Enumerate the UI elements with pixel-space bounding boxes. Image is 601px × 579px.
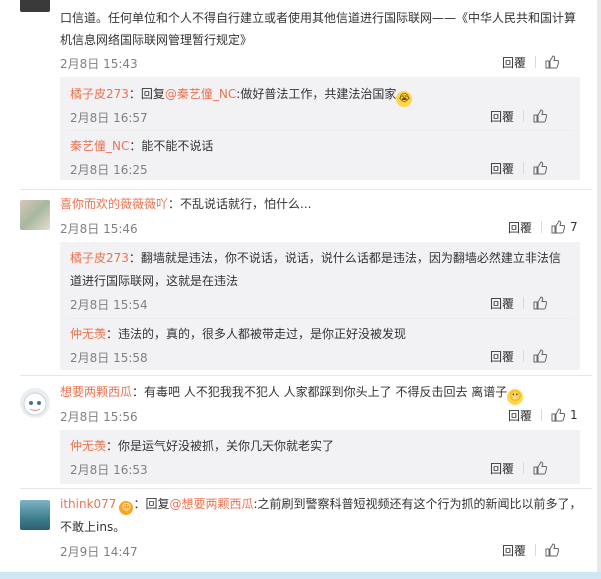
avatar[interactable] — [20, 0, 50, 12]
reply-time: 2月8日 16:57 — [70, 111, 148, 125]
reply-button[interactable]: 回覆 — [502, 54, 526, 71]
reply-button[interactable]: 回覆 — [502, 542, 526, 559]
reply-text: :做好普法工作，共建法治国家 — [236, 87, 397, 101]
reply-actions: 回覆 — [490, 294, 548, 312]
like-icon[interactable] — [545, 543, 560, 557]
reply-actions: 回覆 — [490, 159, 548, 177]
divider — [20, 189, 592, 190]
reply-text: ：你是运气好没被抓，关你几天你就老实了 — [106, 439, 335, 453]
like-icon[interactable] — [551, 220, 566, 234]
comment-time: 2月8日 15:56 — [60, 410, 138, 424]
reply-actions: 回覆 — [490, 459, 548, 477]
avatar[interactable] — [20, 500, 50, 530]
divider — [523, 297, 525, 309]
comment-text: :之前刷到警察科普短视频还有这个行为抓的新闻比以前多了， — [253, 497, 582, 511]
reply-username[interactable]: 秦艺僮_NC — [70, 139, 129, 153]
reply-item: 橘子皮273：回复@秦艺僮_NC:做好普法工作，共建法治国家 😭 — [70, 84, 413, 107]
reply-text: ：翻墙就是违法，你不说话，说话，说什么话都是违法，因为翻墙必然建立非法信 — [128, 251, 561, 265]
comment-item: 想要两颗西瓜：有毒吧 人不犯我我不犯人 人家都踩到你头上了 不得反击回去 离谱子… — [60, 382, 524, 405]
divider — [523, 110, 525, 122]
comment-time: 2月8日 15:46 — [60, 222, 138, 236]
reply-text: 道进行国际联网，这就是在违法 — [70, 274, 239, 288]
divider — [541, 221, 543, 233]
mention-link[interactable]: @秦艺僮_NC — [165, 87, 236, 101]
comment-item: 喜你而欢的薇薇薇吖：不乱说话就行，怕什么... — [60, 194, 311, 214]
like-icon[interactable] — [533, 109, 548, 123]
comment-time: 2月9日 14:47 — [60, 545, 138, 559]
reply-button[interactable]: 回覆 — [490, 108, 514, 125]
comment-username[interactable]: ithink077 — [60, 497, 116, 511]
reply-item: 仲无羡：违法的，真的，很多人都被带走过，是你正好没被发现 — [70, 324, 406, 344]
like-icon[interactable] — [533, 461, 548, 475]
vip-badge-icon: ☺ — [119, 501, 134, 515]
reply-text: ：能不能不说话 — [129, 139, 214, 153]
reply-username[interactable]: 仲无羡 — [70, 439, 106, 453]
scrollbar-track[interactable] — [597, 0, 601, 572]
divider — [523, 350, 525, 362]
reply-time: 2月8日 15:54 — [70, 298, 148, 312]
reply-time: 2月8日 16:25 — [70, 163, 148, 177]
comment-actions: 回覆 — [502, 541, 560, 559]
comment-prefix: ：回复 — [133, 497, 170, 511]
comment-text: 机信息网络国际联网管理暂行规定》 — [60, 33, 253, 47]
reply-button[interactable]: 回覆 — [490, 348, 514, 365]
reply-username[interactable]: 橘子皮273 — [70, 251, 129, 265]
comment-item: ithink077 ☺ ：回复@想要两颗西瓜:之前刷到警察科普短视频还有这个行为抓的… — [60, 494, 582, 515]
reply-username[interactable]: 仲无羡 — [70, 327, 106, 341]
reply-time: 2月8日 15:58 — [70, 351, 148, 365]
divider — [20, 375, 592, 376]
reply-username[interactable]: 橘子皮273 — [70, 87, 129, 101]
like-icon[interactable] — [533, 161, 548, 175]
like-icon[interactable] — [533, 349, 548, 363]
like-icon[interactable] — [551, 408, 566, 422]
comment-text: ：有毒吧 人不犯我我不犯人 人家都踩到你头上了 不得反击回去 离谱子 — [132, 385, 508, 399]
reply-button[interactable]: 回覆 — [490, 160, 514, 177]
comment-text: 口信道。任何单位和个人不得自行建立或者使用其他信道进行国际联网——《中华人民共和… — [60, 11, 577, 25]
bottom-bar — [0, 572, 601, 579]
reply-button[interactable]: 回覆 — [490, 295, 514, 312]
divider — [20, 488, 592, 489]
comment-username[interactable]: 想要两颗西瓜 — [60, 385, 132, 399]
comment-text: 不敢上ins。 — [60, 520, 126, 534]
reply-actions: 回覆 — [490, 107, 548, 125]
comment-actions: 回覆 7 — [508, 218, 578, 236]
divider — [523, 462, 525, 474]
comment-username[interactable]: 喜你而欢的薇薇薇吖 — [60, 197, 168, 211]
reply-prefix: ：回复 — [128, 87, 165, 101]
like-icon[interactable] — [545, 55, 560, 69]
divider — [541, 409, 543, 421]
emoji-icon: 😭 — [396, 91, 413, 107]
reply-time: 2月8日 16:53 — [70, 463, 148, 477]
reply-item: 橘子皮273：翻墙就是违法，你不说话，说话，说什么话都是违法，因为翻墙必然建立非… — [70, 248, 561, 268]
like-count: 1 — [570, 408, 578, 422]
reply-item: 秦艺僮_NC：能不能不说话 — [70, 136, 213, 156]
divider — [535, 56, 537, 68]
divider — [523, 162, 525, 174]
reply-button[interactable]: 回覆 — [490, 460, 514, 477]
divider — [68, 318, 572, 319]
avatar[interactable] — [20, 388, 50, 418]
comment-actions: 回覆 1 — [508, 406, 578, 424]
comment-text: ：不乱说话就行，怕什么... — [168, 197, 312, 211]
like-icon[interactable] — [533, 296, 548, 310]
reply-button[interactable]: 回覆 — [508, 219, 532, 236]
avatar[interactable] — [20, 200, 50, 230]
divider — [535, 544, 537, 556]
comment-actions: 回覆 — [502, 53, 560, 71]
emoji-icon: 😬 — [507, 389, 524, 405]
comment-time: 2月8日 15:43 — [60, 57, 138, 71]
divider — [68, 130, 572, 131]
reply-item: 仲无羡：你是运气好没被抓，关你几天你就老实了 — [70, 436, 334, 456]
mention-link[interactable]: @想要两颗西瓜 — [169, 497, 253, 511]
reply-text: ：违法的，真的，很多人都被带走过，是你正好没被发现 — [106, 327, 407, 341]
like-count: 7 — [570, 220, 578, 234]
reply-actions: 回覆 — [490, 347, 548, 365]
reply-button[interactable]: 回覆 — [508, 407, 532, 424]
